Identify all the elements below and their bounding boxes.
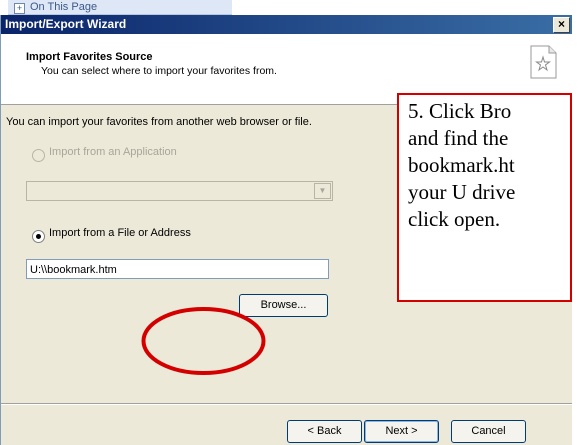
application-select[interactable]: ▼	[26, 181, 333, 201]
window-title: Import/Export Wizard	[5, 17, 127, 31]
background-page-strip: + On This Page	[0, 0, 581, 16]
callout-line: and find the	[408, 126, 509, 150]
back-button[interactable]: < Back	[287, 420, 362, 443]
footer-separator	[1, 403, 573, 405]
file-path-input[interactable]: U:\\bookmark.htm	[26, 259, 329, 279]
import-from-application-radio[interactable]	[32, 149, 45, 162]
right-edge	[572, 0, 581, 445]
radio-selected-dot	[36, 234, 41, 239]
import-from-file-radio[interactable]	[32, 230, 45, 243]
next-button[interactable]: Next >	[364, 420, 439, 443]
header-subtitle: You can select where to import your favo…	[41, 65, 277, 77]
plus-box-icon[interactable]: +	[14, 3, 25, 14]
favorites-star-icon	[530, 45, 557, 79]
close-icon: ×	[557, 17, 565, 31]
close-button[interactable]: ×	[553, 17, 570, 33]
on-this-page-label: On This Page	[30, 1, 98, 13]
import-from-application-label: Import from an Application	[49, 146, 177, 158]
on-this-page-link[interactable]: + On This Page	[8, 0, 232, 15]
callout-line: 5. Click Bro	[408, 99, 512, 123]
callout-line: click open.	[408, 207, 501, 231]
instruction-text: You can import your favorites from anoth…	[6, 116, 312, 128]
callout-line: your U drive	[408, 180, 516, 204]
instruction-callout: 5. Click Bro and find the bookmark.ht yo…	[397, 93, 572, 302]
chevron-down-icon[interactable]: ▼	[314, 183, 331, 199]
cancel-button[interactable]: Cancel	[451, 420, 526, 443]
header-title: Import Favorites Source	[26, 51, 153, 63]
highlight-ellipse	[141, 307, 266, 375]
import-from-file-label: Import from a File or Address	[49, 227, 191, 239]
title-bar: Import/Export Wizard ×	[1, 15, 573, 34]
callout-line: bookmark.ht	[408, 153, 515, 177]
